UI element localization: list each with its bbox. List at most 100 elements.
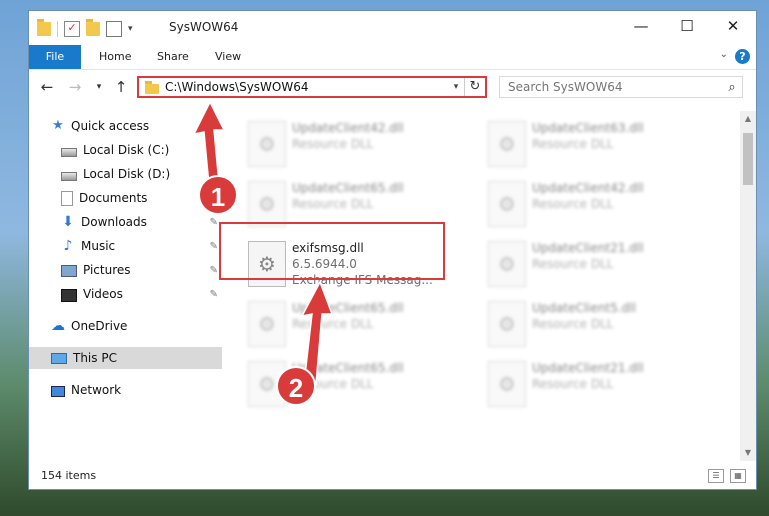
file-type: Resource DLL bbox=[532, 137, 614, 151]
address-dropdown-icon[interactable]: ▾ bbox=[448, 82, 464, 92]
tab-file[interactable]: File bbox=[29, 45, 81, 69]
sidebar-item-pictures[interactable]: Pictures ✎ bbox=[29, 259, 222, 281]
vertical-scrollbar[interactable]: ▲ ▼ bbox=[740, 111, 756, 461]
search-icon[interactable]: ⌕ bbox=[722, 80, 742, 95]
pin-icon[interactable]: ✎ bbox=[210, 289, 218, 300]
scroll-down-icon[interactable]: ▼ bbox=[740, 445, 756, 461]
sidebar-item-label: Downloads bbox=[81, 215, 147, 229]
sidebar-item-label: Pictures bbox=[83, 263, 131, 277]
sidebar-item-downloads[interactable]: ⬇ Downloads ✎ bbox=[29, 211, 222, 233]
pin-icon[interactable]: ✎ bbox=[210, 217, 218, 228]
item-count: 154 items bbox=[41, 469, 97, 482]
documents-icon bbox=[61, 190, 73, 206]
scroll-up-icon[interactable]: ▲ bbox=[740, 111, 756, 127]
back-arrow-icon[interactable]: ← bbox=[37, 77, 57, 97]
file-item[interactable]: ⚙ UpdateClient5.dll Resource DLL bbox=[482, 295, 712, 347]
address-bar[interactable]: C:\Windows\SysWOW64 ▾ ↻ bbox=[137, 76, 487, 98]
file-item[interactable]: ⚙ UpdateClient42.dll Resource DLL bbox=[242, 115, 472, 167]
customize-toolbar-dropdown-icon[interactable]: ▾ bbox=[128, 24, 133, 34]
sidebar-item-label: This PC bbox=[73, 351, 117, 365]
title-bar: ✓ ▾ SysWOW64 — ☐ ✕ bbox=[29, 11, 756, 45]
file-item[interactable]: ⚙ UpdateClient21.dll Resource DLL bbox=[482, 355, 712, 407]
file-item[interactable]: ⚙ UpdateClient63.dll Resource DLL bbox=[482, 115, 712, 167]
file-name: UpdateClient5.dll bbox=[532, 301, 636, 315]
dll-file-icon: ⚙ bbox=[488, 301, 526, 347]
drive-icon bbox=[61, 147, 77, 157]
dll-file-icon: ⚙ bbox=[488, 121, 526, 167]
dll-file-icon: ⚙ bbox=[488, 361, 526, 407]
dll-file-icon: ⚙ bbox=[488, 241, 526, 287]
computer-icon bbox=[51, 353, 67, 364]
toolbar-divider bbox=[57, 21, 58, 37]
file-item[interactable]: ⚙ UpdateClient21.dll Resource DLL bbox=[482, 235, 712, 287]
window-title: SysWOW64 bbox=[169, 20, 239, 34]
scroll-thumb[interactable] bbox=[743, 133, 753, 185]
tab-view[interactable]: View bbox=[203, 45, 253, 69]
pictures-icon bbox=[61, 265, 77, 277]
up-arrow-icon[interactable]: ↑ bbox=[111, 77, 131, 97]
onedrive-icon: ☁ bbox=[51, 318, 65, 334]
refresh-icon[interactable]: ↻ bbox=[464, 78, 485, 96]
quick-access-toolbar: ✓ ▾ bbox=[37, 19, 133, 37]
file-highlight-box bbox=[219, 222, 445, 280]
file-item[interactable]: ⚙ UpdateClient65.dll Resource DLL bbox=[242, 175, 472, 227]
file-type: Resource DLL bbox=[292, 137, 374, 151]
sidebar-item-label: Videos bbox=[83, 287, 123, 301]
folder-icon bbox=[145, 80, 159, 94]
address-path[interactable]: C:\Windows\SysWOW64 bbox=[165, 80, 448, 94]
details-view-icon[interactable]: ☰ bbox=[708, 469, 724, 483]
file-type: Resource DLL bbox=[532, 197, 614, 211]
sidebar-item-label: Quick access bbox=[71, 119, 150, 133]
search-box[interactable]: ⌕ bbox=[499, 76, 743, 98]
file-type: Resource DLL bbox=[532, 317, 614, 331]
minimize-button[interactable]: — bbox=[618, 11, 664, 41]
tab-home[interactable]: Home bbox=[87, 45, 143, 69]
music-icon: ♪ bbox=[63, 238, 73, 254]
step-1-badge: 1 bbox=[198, 175, 238, 215]
sidebar-item-this-pc[interactable]: This PC bbox=[29, 347, 222, 369]
pin-icon[interactable]: ✎ bbox=[210, 241, 218, 252]
sidebar-item-onedrive[interactable]: ☁ OneDrive bbox=[29, 315, 222, 337]
file-item[interactable]: ⚙ UpdateClient42.dll Resource DLL bbox=[482, 175, 712, 227]
file-type: Resource DLL bbox=[292, 197, 374, 211]
search-input[interactable] bbox=[500, 79, 722, 95]
forward-arrow-icon[interactable]: → bbox=[65, 77, 85, 97]
navigation-bar: ← → ▾ ↑ C:\Windows\SysWOW64 ▾ ↻ ⌕ bbox=[29, 73, 756, 103]
file-name: UpdateClient42.dll bbox=[532, 181, 644, 195]
tab-share[interactable]: Share bbox=[145, 45, 201, 69]
ribbon-tabs: File Home Share View ⌄ ? bbox=[29, 45, 756, 70]
properties-check-icon[interactable]: ✓ bbox=[64, 21, 80, 37]
expand-ribbon-icon[interactable]: ⌄ bbox=[720, 49, 728, 60]
properties-icon[interactable] bbox=[106, 21, 122, 37]
sidebar-item-label: Local Disk (C:) bbox=[83, 143, 170, 157]
maximize-button[interactable]: ☐ bbox=[664, 11, 710, 41]
file-name: UpdateClient21.dll bbox=[532, 241, 644, 255]
drive-icon bbox=[61, 171, 77, 181]
file-name: UpdateClient42.dll bbox=[292, 121, 404, 135]
close-button[interactable]: ✕ bbox=[710, 11, 756, 41]
downloads-icon: ⬇ bbox=[62, 214, 74, 230]
sidebar-item-label: Documents bbox=[79, 191, 148, 205]
new-folder-icon[interactable] bbox=[86, 19, 100, 36]
sidebar-item-label: Network bbox=[71, 383, 122, 397]
file-type: Resource DLL bbox=[532, 257, 614, 271]
videos-icon bbox=[61, 288, 77, 302]
folder-icon[interactable] bbox=[37, 19, 51, 36]
file-type: Resource DLL bbox=[532, 377, 614, 391]
large-icons-view-icon[interactable]: ▦ bbox=[730, 469, 746, 483]
dll-file-icon: ⚙ bbox=[248, 121, 286, 167]
star-icon: ★ bbox=[52, 118, 64, 133]
sidebar-item-music[interactable]: ♪ Music ✎ bbox=[29, 235, 222, 257]
view-buttons: ☰ ▦ bbox=[708, 469, 746, 483]
help-icon[interactable]: ? bbox=[735, 49, 750, 64]
sidebar-item-label: Local Disk (D:) bbox=[83, 167, 171, 181]
pin-icon[interactable]: ✎ bbox=[210, 265, 218, 276]
file-item[interactable]: ⚙ UpdateClient65.dll Resource DLL bbox=[242, 295, 472, 347]
sidebar-item-videos[interactable]: Videos ✎ bbox=[29, 283, 222, 305]
step-2-badge: 2 bbox=[276, 366, 316, 406]
recent-locations-icon[interactable]: ▾ bbox=[89, 77, 109, 97]
sidebar-item-network[interactable]: Network bbox=[29, 379, 222, 401]
dll-file-icon: ⚙ bbox=[248, 181, 286, 227]
file-name: UpdateClient65.dll bbox=[292, 181, 404, 195]
sidebar-item-label: OneDrive bbox=[71, 319, 128, 333]
